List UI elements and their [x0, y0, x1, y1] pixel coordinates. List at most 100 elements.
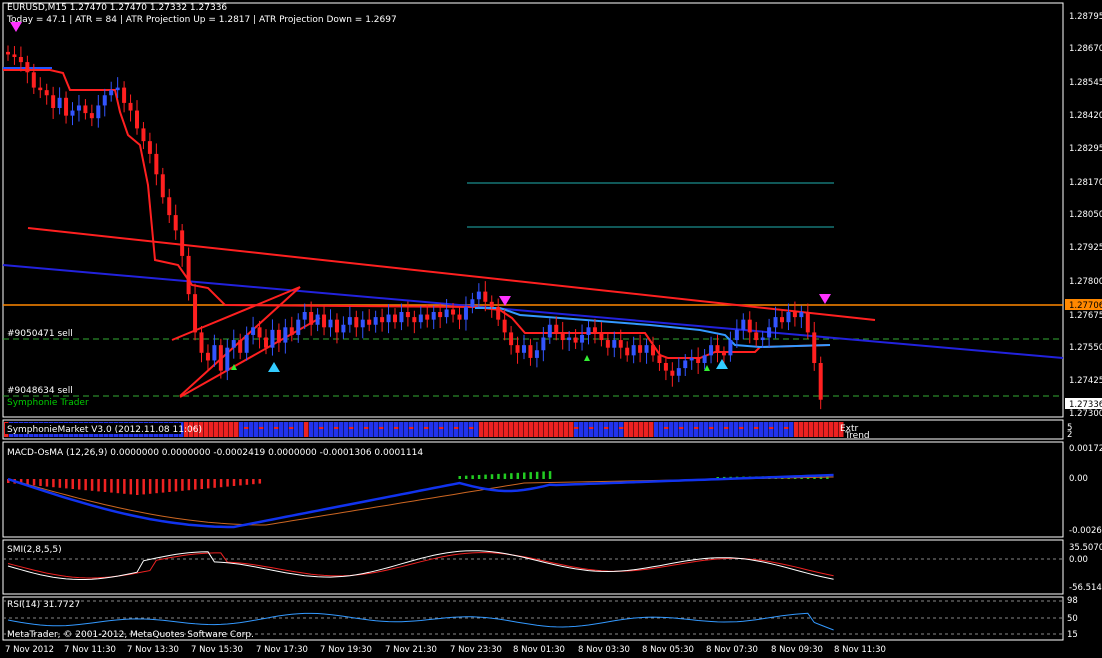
macd-histogram-bar — [78, 479, 81, 490]
symphonie-bar — [259, 422, 264, 437]
symphonie-dot — [709, 427, 714, 429]
symphonie-bar — [329, 422, 334, 437]
symphonie-bar — [589, 422, 594, 437]
price-tick: 1.28545 — [1069, 78, 1102, 88]
macd-histogram-bar — [33, 479, 36, 485]
symphonie-bar — [224, 422, 229, 437]
macd-histogram-bar — [459, 476, 462, 479]
candle-body — [374, 317, 378, 325]
price-tick: 1.28170 — [1069, 178, 1102, 188]
candle-body — [670, 371, 674, 376]
time-tick: 8 Nov 07:30 — [706, 645, 758, 655]
atr-info-line: Today = 47.1 | ATR = 84 | ATR Projection… — [6, 15, 397, 25]
macd-histogram-bar — [117, 479, 120, 493]
candle-body — [367, 320, 371, 325]
time-tick: 7 Nov 19:30 — [320, 645, 372, 655]
symphonie-dot — [424, 427, 429, 429]
macd-histogram-bar — [213, 479, 216, 488]
candle-body — [696, 358, 700, 363]
price-tick: 1.28795 — [1069, 12, 1102, 22]
symphonie-bar — [764, 422, 769, 437]
candle-body — [167, 197, 171, 215]
symphonie-bar — [429, 422, 434, 437]
symphonie-bar — [564, 422, 569, 437]
macd-histogram-bar — [549, 471, 552, 479]
trading-chart[interactable]: EURUSD,M15 1.27470 1.27470 1.27332 1.273… — [0, 0, 1102, 658]
symphonie-bar — [804, 422, 809, 437]
macd-histogram-bar — [84, 479, 87, 490]
indicator-label: Symphonie Trader — [7, 398, 89, 408]
candle-body — [522, 345, 526, 353]
candle-body — [516, 345, 520, 353]
symphonie-bar — [809, 422, 814, 437]
symphonie-bar — [209, 422, 214, 437]
macd-histogram-bar — [188, 479, 191, 490]
symphonie-bar — [794, 422, 799, 437]
macd-panel[interactable]: MACD-OsMA (12,26,9) 0.0000000 0.0000000 … — [3, 442, 1102, 537]
symphonie-bar — [699, 422, 704, 437]
candle-body — [632, 345, 636, 355]
current-price: 1.27336 — [1069, 400, 1102, 410]
orange-level-price: 1.27706 — [1069, 301, 1102, 311]
symphonie-dot — [334, 427, 339, 429]
macd-histogram-bar — [246, 479, 249, 485]
candle-body — [548, 325, 552, 338]
symphonie-tick: 2 — [1067, 430, 1072, 440]
candle-body — [193, 294, 197, 332]
candle-body — [309, 312, 313, 325]
symphonie-bar — [289, 422, 294, 437]
macd-histogram-bar — [523, 473, 526, 480]
candle-body — [580, 335, 584, 343]
price-tick: 1.27550 — [1069, 343, 1102, 353]
symphonie-bar — [694, 422, 699, 437]
smi-title: SMI(2,8,5,5) — [7, 545, 62, 555]
candle-body — [116, 88, 120, 91]
symphonie-dot — [349, 427, 354, 429]
candle-body — [561, 332, 565, 340]
symphonie-bar — [279, 422, 284, 437]
candle-body — [38, 88, 42, 91]
symphonie-market-panel[interactable]: SymphonieMarket V3.0 (2012.11.08 11:06) … — [3, 420, 1072, 441]
candle-body — [6, 52, 10, 55]
candle-body — [387, 315, 391, 323]
symphonie-dot — [604, 427, 609, 429]
symphonie-bar — [579, 422, 584, 437]
smi-panel[interactable]: SMI(2,8,5,5) 35.5070 0.00 -56.5144 — [3, 540, 1102, 594]
price-panel[interactable]: EURUSD,M15 1.27470 1.27470 1.27332 1.273… — [3, 3, 1102, 419]
candle-body — [587, 327, 591, 335]
time-tick: 7 Nov 13:30 — [127, 645, 179, 655]
candle-body — [425, 315, 429, 320]
candle-body — [567, 338, 571, 341]
candle-body — [264, 338, 268, 348]
symphonie-bar — [519, 422, 524, 437]
candle-body — [141, 128, 145, 141]
symphonie-dot — [439, 427, 444, 429]
symphonie-dot — [319, 427, 324, 429]
candle-body — [651, 345, 655, 355]
symphonie-bar — [249, 422, 254, 437]
rsi-tick: 50 — [1067, 614, 1078, 624]
symphonie-dot — [754, 427, 759, 429]
price-tick: 1.27675 — [1069, 311, 1102, 321]
candle-body — [96, 105, 100, 118]
rsi-panel[interactable]: RSI(14) 31.7727 MetaTrader, © 2001-2012,… — [3, 596, 1078, 640]
candle-body — [219, 345, 223, 371]
candle-body — [187, 256, 191, 294]
symphonie-dot — [454, 427, 459, 429]
candle-body — [348, 317, 352, 325]
symphonie-bar — [554, 422, 559, 437]
candle-body — [129, 103, 133, 111]
candle-body — [619, 340, 623, 348]
candle-body — [103, 95, 107, 105]
symphonie-bar — [664, 422, 669, 437]
macd-histogram-bar — [478, 475, 481, 479]
symphonie-bar — [649, 422, 654, 437]
macd-histogram-bar — [252, 479, 255, 484]
symphonie-bar — [639, 422, 644, 437]
symphonie-dot — [289, 427, 294, 429]
candle-body — [77, 105, 81, 110]
symphonie-bar — [714, 422, 719, 437]
symphonie-bar — [494, 422, 499, 437]
price-tick: 1.28050 — [1069, 210, 1102, 220]
candle-body — [451, 309, 455, 314]
